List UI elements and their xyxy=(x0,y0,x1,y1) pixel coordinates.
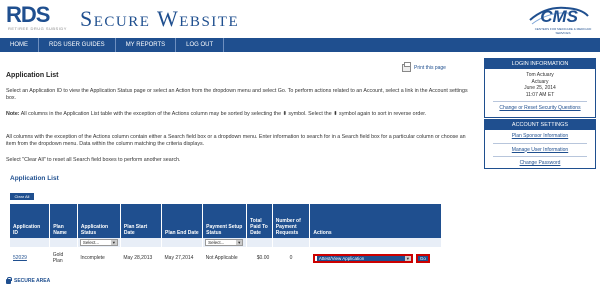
change-password-link[interactable]: Change Password xyxy=(487,160,593,167)
payment-setup-filter-select[interactable]: Select... xyxy=(205,239,244,246)
divider xyxy=(493,142,587,144)
secure-area-indicator: SECURE AREA xyxy=(6,276,51,284)
note-label: Note: xyxy=(6,111,20,117)
print-page-link[interactable]: Print this page xyxy=(402,62,446,72)
login-info-body: Tom Actuary Actuary June 25, 2014 11:07 … xyxy=(485,69,595,115)
main-nav: HOME RDS USER GUIDES MY REPORTS LOG OUT xyxy=(0,38,600,52)
cell-plan-name: Gold Plan xyxy=(49,247,78,269)
note-text: All columns in the Application List tabl… xyxy=(20,111,427,117)
filter-start-date[interactable] xyxy=(120,238,163,247)
action-select[interactable]: Attest/View Application xyxy=(312,253,413,263)
filter-actions xyxy=(309,238,442,247)
col-application-id[interactable]: Application ID xyxy=(10,204,51,238)
cell-app-id: 52029 xyxy=(10,247,50,269)
application-list-heading: Application List xyxy=(10,175,59,182)
cell-payment-setup: Not Applicable xyxy=(202,247,247,269)
clear-all-paragraph: Select "Clear All" to reset all Search f… xyxy=(6,157,181,163)
filter-status-cell: Select... xyxy=(77,238,121,247)
intro-paragraph: Select an Application ID to view the App… xyxy=(6,88,468,101)
col-total-paid[interactable]: Total Paid To Date xyxy=(246,204,273,238)
cell-start-date: May 28,2013 xyxy=(120,247,162,269)
print-label: Print this page xyxy=(414,65,446,71)
page-title: Application List xyxy=(6,72,59,79)
login-info-panel: LOGIN INFORMATION Tom Actuary Actuary Ju… xyxy=(484,58,596,118)
nav-user-guides[interactable]: RDS USER GUIDES xyxy=(39,38,116,52)
cell-num-requests: 0 xyxy=(272,247,310,269)
nav-log-out[interactable]: LOG OUT xyxy=(176,38,225,52)
status-filter-select[interactable]: Select... xyxy=(79,239,118,246)
go-button[interactable]: Go xyxy=(415,253,430,263)
site-title: Secure Website xyxy=(80,6,240,31)
application-table: Application ID Plan Name Application Sta… xyxy=(10,204,442,269)
filter-total-paid[interactable] xyxy=(246,238,273,247)
account-settings-body: Plan Sponsor Information Manage User Inf… xyxy=(485,130,595,170)
table-row: 52029 Gold Plan Incomplete May 28,2013 M… xyxy=(10,247,442,269)
login-time: 11:07 AM ET xyxy=(525,91,555,98)
nav-home[interactable]: HOME xyxy=(0,38,39,52)
clear-all-button[interactable]: Clear All xyxy=(10,193,34,200)
cms-logo-subtext: CENTERS FOR MEDICARE & MEDICAID SERVICES xyxy=(534,27,592,35)
col-payment-setup-status[interactable]: Payment Setup Status xyxy=(202,204,248,238)
col-plan-end-date[interactable]: Plan End Date xyxy=(161,204,204,238)
site-header: RDS RETIREE DRUG SUBSIDY Secure Website … xyxy=(0,0,600,38)
filter-row: Select... Select... xyxy=(10,238,442,247)
manage-user-info-link[interactable]: Manage User Information xyxy=(487,147,593,154)
account-settings-title: ACCOUNT SETTINGS xyxy=(485,120,595,130)
table-header-row: Application ID Plan Name Application Sta… xyxy=(10,204,442,238)
login-info-title: LOGIN INFORMATION xyxy=(485,59,595,69)
nav-my-reports[interactable]: MY REPORTS xyxy=(116,38,177,52)
filter-plan-name[interactable] xyxy=(49,238,78,247)
filter-app-id[interactable] xyxy=(10,238,51,247)
cell-status: Incomplete xyxy=(77,247,121,269)
col-num-payment-requests[interactable]: Number of Payment Requests xyxy=(272,204,311,238)
secure-area-label: SECURE AREA xyxy=(14,278,51,284)
logo-text: RDS xyxy=(6,2,50,27)
col-plan-start-date[interactable]: Plan Start Date xyxy=(120,204,163,238)
lock-icon xyxy=(6,276,12,284)
security-questions-link[interactable]: Change or Reset Security Questions xyxy=(487,105,593,112)
search-paragraph: All columns with the exception of the Ac… xyxy=(6,134,466,147)
col-plan-name[interactable]: Plan Name xyxy=(49,204,78,238)
cell-total-paid: $0.00 xyxy=(246,247,273,269)
action-select-inner: Attest/View Application xyxy=(316,255,411,261)
cell-actions: Attest/View Application Go xyxy=(309,247,442,269)
account-settings-panel: ACCOUNT SETTINGS Plan Sponsor Informatio… xyxy=(484,119,596,169)
action-selected-value: Attest/View Application xyxy=(318,255,365,261)
filter-payment-cell: Select... xyxy=(202,238,248,247)
logo-subtext: RETIREE DRUG SUBSIDY xyxy=(8,26,67,31)
note-paragraph: Note: All columns in the Application Lis… xyxy=(6,111,476,118)
col-application-status[interactable]: Application Status xyxy=(77,204,121,238)
printer-icon xyxy=(402,62,411,72)
divider xyxy=(493,101,587,102)
cell-end-date: May 27,2014 xyxy=(161,247,203,269)
rds-logo[interactable]: RDS RETIREE DRUG SUBSIDY xyxy=(6,4,74,32)
cms-logo-text: CMS xyxy=(540,7,578,26)
filter-num-requests[interactable] xyxy=(272,238,311,247)
application-id-link[interactable]: 52029 xyxy=(13,255,27,261)
filter-end-date[interactable] xyxy=(161,238,204,247)
col-actions: Actions xyxy=(309,204,442,238)
plan-sponsor-info-link[interactable]: Plan Sponsor Information xyxy=(487,133,593,140)
divider xyxy=(493,156,587,157)
action-controls: Attest/View Application Go xyxy=(312,253,439,263)
